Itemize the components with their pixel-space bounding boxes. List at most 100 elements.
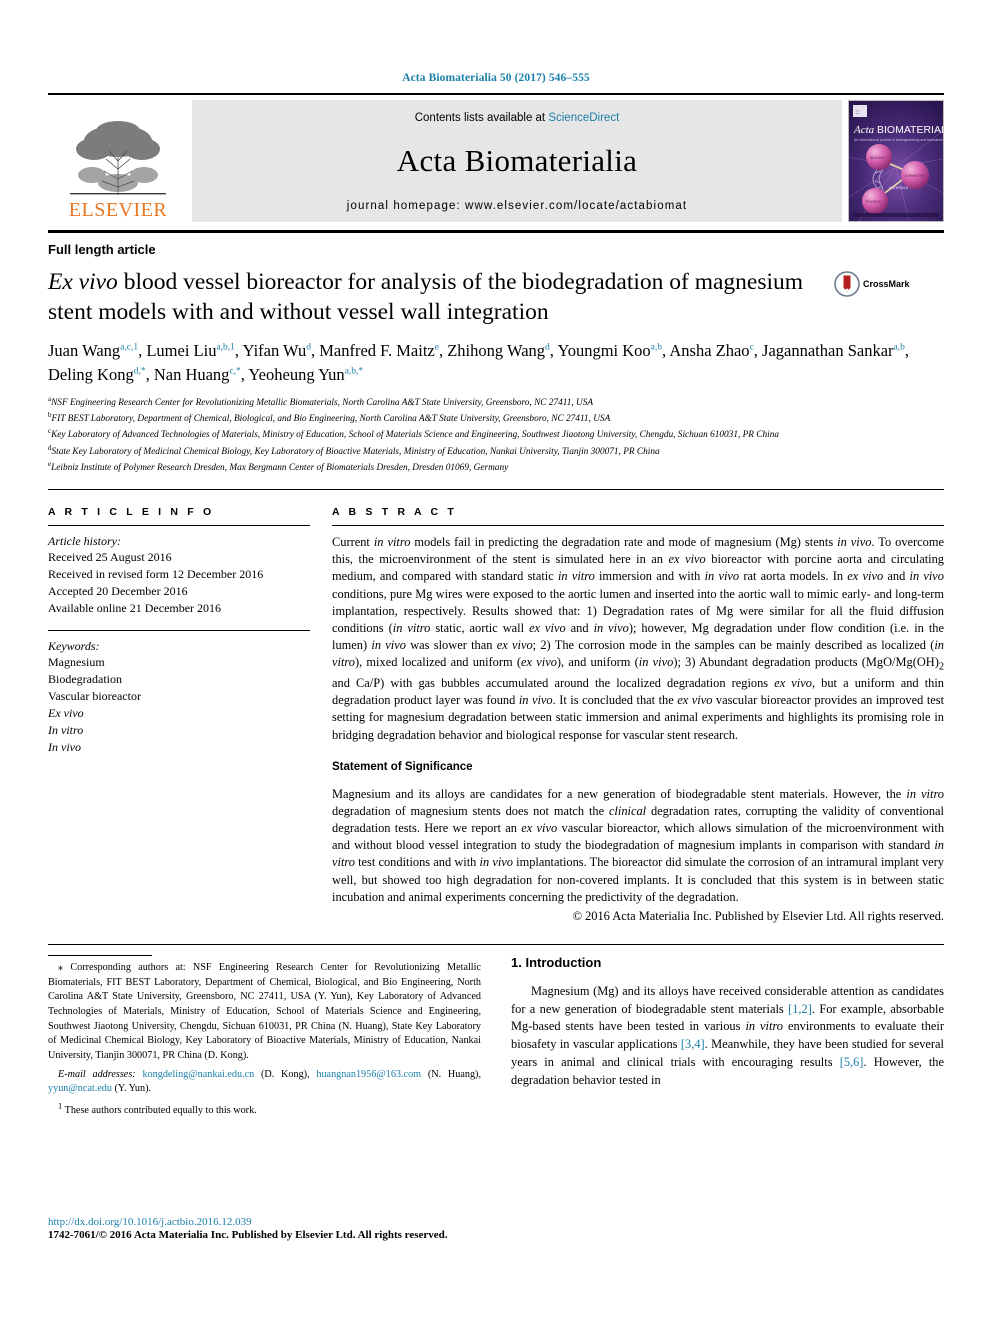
author-name[interactable]: Zhihong Wang xyxy=(447,341,545,360)
sciencedirect-link[interactable]: ScienceDirect xyxy=(548,112,619,124)
author-affiliation-marker: d xyxy=(545,342,550,353)
article-history-item: Received 25 August 2016 xyxy=(48,550,172,565)
article-history-item: Received in revised form 12 December 201… xyxy=(48,567,264,582)
author-name[interactable]: Ansha Zhao xyxy=(669,341,749,360)
keywords-rule xyxy=(48,630,310,632)
author-affiliation-marker: a,c,1 xyxy=(120,342,139,353)
keyword-item: Magnesium xyxy=(48,655,105,670)
author-affiliation-marker: c xyxy=(749,342,754,353)
running-head: Acta Biomaterialia 50 (2017) 546–555 xyxy=(402,72,590,84)
masthead-top-rule xyxy=(48,93,944,95)
contents-available-line: Contents lists available at ScienceDirec… xyxy=(415,112,620,124)
svg-text:BIOMATERIALIA: BIOMATERIALIA xyxy=(877,124,943,136)
doi-link[interactable]: http://dx.doi.org/10.1016/j.actbio.2016.… xyxy=(48,1216,548,1228)
svg-text:MATERIALS: MATERIALS xyxy=(889,186,909,190)
author-name[interactable]: Jagannathan Sankar xyxy=(762,341,894,360)
abstract-copyright: © 2016 Acta Materialia Inc. Published by… xyxy=(572,908,944,923)
author-list: Juan Wanga,c,1, Lumei Liua,b,1, Yifan Wu… xyxy=(48,341,909,385)
info-abstract-columns: A R T I C L E I N F O Article history: R… xyxy=(48,506,944,924)
keyword-item: Vascular bioreactor xyxy=(48,689,141,704)
affiliation-item: bFIT BEST Laboratory, Department of Chem… xyxy=(48,411,611,425)
author-name[interactable]: Nan Huang xyxy=(154,365,230,384)
equal-contribution-note: 1 These authors contributed equally to t… xyxy=(58,1100,257,1116)
title-row: Ex vivo blood vessel bioreactor for anal… xyxy=(48,267,944,327)
svg-text:Acta: Acta xyxy=(853,124,875,136)
author-affiliation-marker: e xyxy=(434,342,439,353)
article-history-item: Accepted 20 December 2016 xyxy=(48,584,188,599)
keywords-list: Magnesium Biodegradation Vascular bioreact… xyxy=(48,654,310,756)
journal-title: Acta Biomaterialia xyxy=(396,143,638,178)
masthead-center: Contents lists available at ScienceDirec… xyxy=(192,100,842,222)
bottom-columns: ⁎ Corresponding authors at: NSF Engineer… xyxy=(48,954,944,1118)
title-top-rule xyxy=(48,230,944,233)
article-info-heading: A R T I C L E I N F O xyxy=(48,506,215,519)
introduction-column: 1. Introduction Magnesium (Mg) and its a… xyxy=(511,955,944,1118)
title-rest-part: blood vessel bioreactor for analysis of … xyxy=(48,269,804,326)
page-content: Acta Biomaterialia 50 (2017) 546–555 ELS… xyxy=(48,0,944,1118)
keyword-item: In vivo xyxy=(48,740,81,755)
journal-article-page: Acta Biomaterialia 50 (2017) 546–555 ELS… xyxy=(0,0,992,1323)
footnote-rule xyxy=(48,954,152,956)
svg-text:::: :: xyxy=(855,108,860,116)
author-affiliation-marker: a,b xyxy=(893,342,905,353)
author-name[interactable]: Deling Kong xyxy=(48,365,134,384)
affiliation-item: aNSF Engineering Research Center for Rev… xyxy=(48,395,594,409)
author-name[interactable]: Yeoheung Yun xyxy=(248,365,344,384)
author-affiliation-marker: d xyxy=(306,342,311,353)
author-affiliation-marker: d,* xyxy=(133,366,146,377)
author-affiliation-marker: a,b,1 xyxy=(216,342,235,353)
affiliation-list: aNSF Engineering Research Center for Rev… xyxy=(48,394,938,475)
author-name[interactable]: Manfred F. Maitz xyxy=(319,341,435,360)
article-type-label: Full length article xyxy=(48,242,156,257)
journal-homepage-link[interactable]: journal homepage: www.elsevier.com/locat… xyxy=(347,200,687,212)
author-affiliation-marker: c,* xyxy=(229,366,241,377)
issn-copyright-line: 1742-7061/© 2016 Acta Materialia Inc. Pu… xyxy=(48,1229,448,1241)
author-name[interactable]: Juan Wang xyxy=(48,341,120,360)
email-link[interactable]: huangnan1956@163.com xyxy=(316,1069,421,1080)
keywords-label: Keywords: xyxy=(48,639,100,654)
article-info-column: A R T I C L E I N F O Article history: R… xyxy=(48,506,332,924)
page-title: Ex vivo blood vessel bioreactor for anal… xyxy=(48,267,834,327)
footnotes-column: ⁎ Corresponding authors at: NSF Engineer… xyxy=(48,954,481,1118)
journal-masthead: ELSEVIER Contents lists available at Sci… xyxy=(48,100,944,222)
affiliation-item: eLeibniz Institute of Polymer Research D… xyxy=(48,459,509,473)
svg-text:CHEMISTRY: CHEMISTRY xyxy=(905,174,926,178)
keyword-item: Biodegradation xyxy=(48,672,122,687)
elsevier-wordmark: ELSEVIER xyxy=(68,199,168,221)
author-name[interactable]: Youngmi Koo xyxy=(557,341,650,360)
author-name[interactable]: Yifan Wu xyxy=(243,341,307,360)
author-affiliation-marker: a,b,* xyxy=(344,366,364,377)
bottom-separator-rule xyxy=(48,943,944,945)
svg-text:PHYSICS: PHYSICS xyxy=(866,200,882,204)
significance-heading: Statement of Significance xyxy=(332,760,473,773)
corresponding-author-note: ⁎ Corresponding authors at: NSF Engineer… xyxy=(48,961,481,1062)
journal-cover-thumbnail: :: Acta BIOMATERIALIA An international j… xyxy=(848,100,944,222)
title-italic-part: Ex vivo xyxy=(48,269,118,295)
keyword-item: In vitro xyxy=(48,723,84,738)
doi-footer: http://dx.doi.org/10.1016/j.actbio.2016.… xyxy=(48,1216,548,1241)
svg-text:An international journal of bi: An international journal of bioengineeri… xyxy=(854,138,943,142)
keyword-item: Ex vivo xyxy=(48,706,84,721)
svg-text:BIOLOGY: BIOLOGY xyxy=(870,156,886,160)
email-link[interactable]: kongdeling@nankai.edu.cn xyxy=(142,1069,254,1080)
article-history-item: Available online 21 December 2016 xyxy=(48,601,222,616)
email-link[interactable]: yyun@ncat.edu xyxy=(48,1083,112,1094)
abstract-body: Current in vitro models fail in predicti… xyxy=(332,535,945,742)
contents-prefix: Contents lists available at xyxy=(414,112,549,124)
crossmark-icon xyxy=(834,271,860,297)
author-affiliation-marker: a,b xyxy=(650,342,663,353)
author-name[interactable]: Lumei Liu xyxy=(146,341,216,360)
crossmark-label: CrossMark xyxy=(863,279,910,289)
journal-cover-image: :: Acta BIOMATERIALIA An international j… xyxy=(849,101,943,221)
info-top-rule xyxy=(48,489,944,491)
article-history-list: Received 25 August 2016 Received in revis… xyxy=(48,549,310,617)
affiliation-item: cKey Laboratory of Advanced Technologies… xyxy=(48,427,780,441)
email-addresses-note: E-mail addresses: kongdeling@nankai.edu.… xyxy=(48,1068,481,1095)
introduction-paragraph: Magnesium (Mg) and its alloys have recei… xyxy=(511,983,945,1087)
abstract-column: A B S T R A C T Current in vitro models … xyxy=(332,506,944,924)
significance-body: Magnesium and its alloys are candidates … xyxy=(332,786,945,904)
elsevier-tree-icon xyxy=(70,121,166,195)
crossmark-badge[interactable]: CrossMark xyxy=(834,271,920,297)
abstract-rule xyxy=(332,525,944,527)
article-info-rule xyxy=(48,525,310,527)
